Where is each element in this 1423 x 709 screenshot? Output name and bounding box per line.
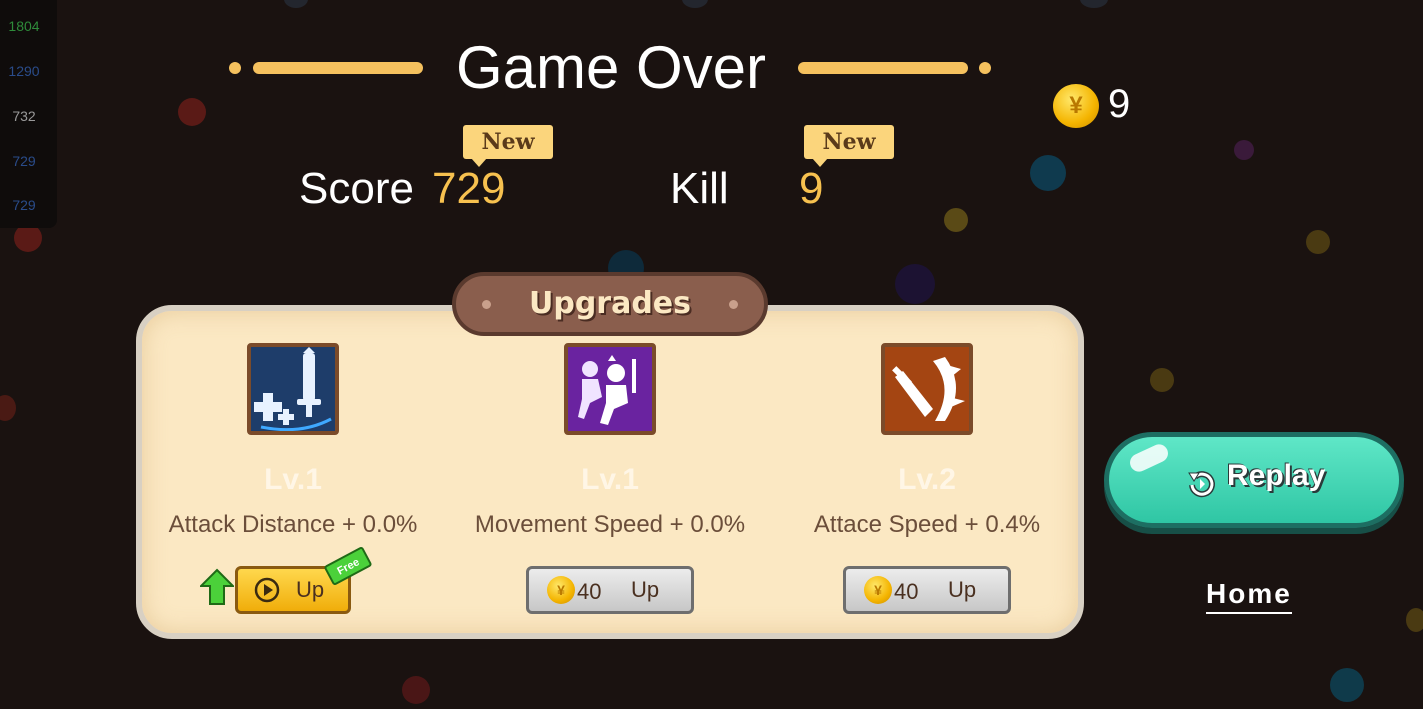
coin-icon: ¥	[864, 576, 892, 604]
title-ornament-line	[798, 62, 968, 74]
coin-icon: ¥	[1053, 84, 1099, 128]
bg-dot	[0, 395, 16, 421]
upgrade-description: Attace Speed + 0.4%	[813, 511, 1041, 538]
upgrade-free-button[interactable]: Up Free	[235, 545, 373, 614]
upgrade-description: Movement Speed + 0.0%	[474, 511, 746, 538]
movement-speed-icon	[564, 343, 656, 435]
upgrades-header: Upgrades	[452, 272, 768, 336]
bg-dot	[178, 98, 206, 126]
score-new-badge: New	[463, 125, 553, 167]
replay-button[interactable]: Replay	[1104, 432, 1404, 528]
coin-count: 9	[1108, 82, 1131, 126]
coin-symbol: ¥	[557, 582, 565, 598]
coin-symbol: ¥	[874, 582, 882, 598]
leaderboard-score: 729	[12, 153, 36, 169]
upgrade-coin-button[interactable]: ¥ 40 Up	[843, 566, 1011, 614]
leaderboard: 1804 1290 732 729 729	[0, 0, 57, 228]
attack-speed-icon	[881, 343, 973, 435]
bg-dot	[402, 676, 430, 704]
play-icon	[254, 577, 280, 603]
upgrade-price: 40	[577, 579, 602, 604]
upgrade-button-label: Up	[631, 577, 660, 602]
kill-value: 9	[799, 164, 824, 213]
title-ornament-dot	[229, 62, 241, 74]
score-value: 729	[432, 164, 506, 213]
leaderboard-score: 729	[12, 197, 36, 213]
bg-dot	[1080, 0, 1108, 8]
bg-dot	[1306, 230, 1330, 254]
bg-dot	[944, 208, 968, 232]
coin-icon: ¥	[547, 576, 575, 604]
kill-new-badge: New	[804, 125, 894, 167]
bg-dot	[1234, 140, 1254, 160]
title-ornament-line	[253, 62, 423, 74]
bg-dot	[1030, 155, 1066, 191]
bg-dot	[895, 264, 935, 304]
upgrade-coin-button[interactable]: ¥ 40 Up	[526, 566, 694, 614]
title-banner: Game Over	[226, 28, 996, 108]
coin-symbol: ¥	[1069, 92, 1083, 119]
bg-dot	[1406, 608, 1423, 632]
replay-icon	[1188, 471, 1215, 498]
button-shine	[1127, 441, 1171, 475]
upgrade-price: 40	[894, 579, 919, 604]
bg-dot	[1150, 368, 1174, 392]
upgrade-level: Lv.2	[898, 463, 956, 496]
score-label: Score	[299, 164, 414, 213]
attack-distance-icon	[247, 343, 339, 435]
bg-dot	[284, 0, 308, 8]
bg-dot	[1330, 668, 1364, 702]
bg-dot	[682, 0, 708, 8]
upgrade-button-label: Up	[296, 577, 325, 602]
bg-dot	[14, 224, 42, 252]
header-ornament-dot	[729, 300, 738, 309]
upgrade-description: Attack Distance + 0.0%	[168, 511, 418, 538]
kill-label: Kill	[670, 164, 729, 213]
upgrade-level: Lv.1	[264, 463, 322, 496]
leaderboard-score: 732	[12, 108, 36, 124]
upgrade-arrow-icon	[200, 568, 234, 605]
page-title: Game Over	[455, 34, 767, 101]
leaderboard-score: 1290	[8, 63, 40, 79]
upgrade-button-label: Up	[948, 577, 977, 602]
title-ornament-dot	[979, 62, 991, 74]
upgrades-title: Upgrades	[528, 286, 692, 321]
upgrade-level: Lv.1	[581, 463, 639, 496]
home-link[interactable]: Home	[1206, 578, 1292, 614]
leaderboard-score: 1804	[8, 18, 40, 34]
replay-label: Replay	[1227, 459, 1326, 492]
